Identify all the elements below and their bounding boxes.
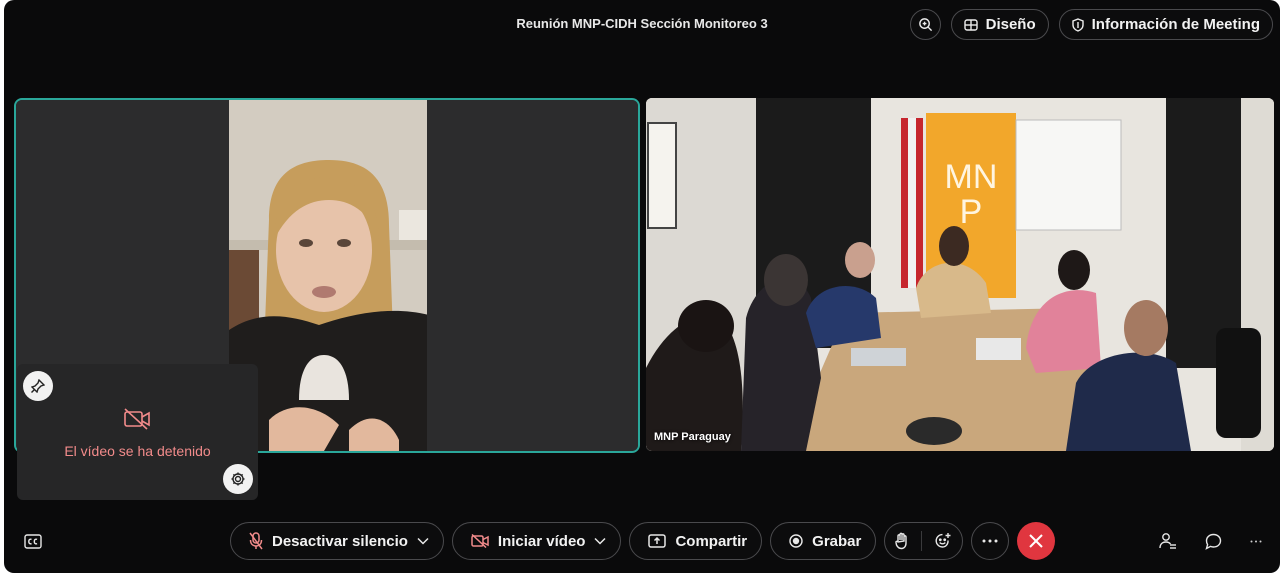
close-icon <box>1029 534 1044 548</box>
unmute-label: Desactivar silencio <box>272 532 408 550</box>
record-label: Grabar <box>812 532 862 550</box>
meeting-info-label: Información de Meeting <box>1091 16 1260 33</box>
more-horizontal-icon <box>1250 540 1262 542</box>
captions-button[interactable] <box>24 534 42 554</box>
record-button[interactable]: Grabar <box>770 522 877 560</box>
layout-label: Diseño <box>985 16 1036 33</box>
settings-button[interactable] <box>223 464 253 494</box>
chat-button[interactable] <box>1205 533 1222 550</box>
gear-icon <box>231 472 245 486</box>
share-button[interactable]: Compartir <box>629 522 763 560</box>
leave-meeting-button[interactable] <box>1017 522 1056 560</box>
chevron-down-icon[interactable] <box>594 537 606 545</box>
participant-video-image <box>229 100 429 451</box>
participants-icon <box>1159 533 1176 549</box>
reactions-group <box>884 522 964 560</box>
raise-hand-icon[interactable] <box>895 532 909 550</box>
zoom-button[interactable] <box>909 9 941 40</box>
unmute-button[interactable]: Desactivar silencio <box>230 522 444 560</box>
call-controls: Desactivar silencio Iniciar vídeo Compar… <box>230 522 1056 560</box>
right-tools <box>1159 532 1262 550</box>
video-off-icon <box>124 408 150 430</box>
divider <box>921 531 923 551</box>
share-screen-icon <box>648 534 667 548</box>
video-stopped-text: El vídeo se ha detenido <box>64 443 211 459</box>
participant-video <box>229 100 429 451</box>
more-options-button[interactable] <box>971 522 1010 560</box>
zoom-in-icon <box>918 18 932 32</box>
layout-button[interactable]: Diseño <box>950 9 1049 40</box>
video-tile-room[interactable]: MN P MNP Paraguay <box>646 98 1274 451</box>
start-video-button[interactable]: Iniciar vídeo <box>451 522 622 560</box>
chevron-down-icon[interactable] <box>417 537 429 545</box>
more-panels-button[interactable] <box>1250 540 1262 543</box>
meeting-info-button[interactable]: Información de Meeting <box>1058 9 1273 40</box>
closed-captions-icon <box>24 534 42 549</box>
emoji-reaction-icon[interactable] <box>934 532 952 550</box>
participant-name-label: MNP Paraguay <box>654 431 731 443</box>
meeting-window: Reunión MNP-CIDH Sección Monitoreo 3 Dis… <box>4 0 1280 573</box>
shield-icon <box>1071 17 1084 32</box>
microphone-muted-icon <box>249 532 263 550</box>
record-icon <box>789 534 803 548</box>
top-actions: Diseño Información de Meeting <box>909 9 1273 40</box>
start-video-label: Iniciar vídeo <box>497 532 586 550</box>
bottom-toolbar: Desactivar silencio Iniciar vídeo Compar… <box>4 522 1280 564</box>
participants-button[interactable] <box>1159 532 1177 550</box>
layout-grid-icon <box>963 18 978 31</box>
share-label: Compartir <box>675 532 748 550</box>
letterbox-right <box>427 100 638 451</box>
room-video-image: MN P <box>646 98 1274 451</box>
self-view[interactable]: El vídeo se ha detenido <box>17 364 258 500</box>
svg-text:MN: MN <box>945 158 998 196</box>
video-off-icon <box>471 534 489 548</box>
more-horizontal-icon <box>982 539 998 543</box>
svg-text:P: P <box>960 193 983 231</box>
pin-button[interactable] <box>23 371 53 401</box>
chat-bubble-icon <box>1205 533 1222 550</box>
pin-icon <box>31 379 45 393</box>
